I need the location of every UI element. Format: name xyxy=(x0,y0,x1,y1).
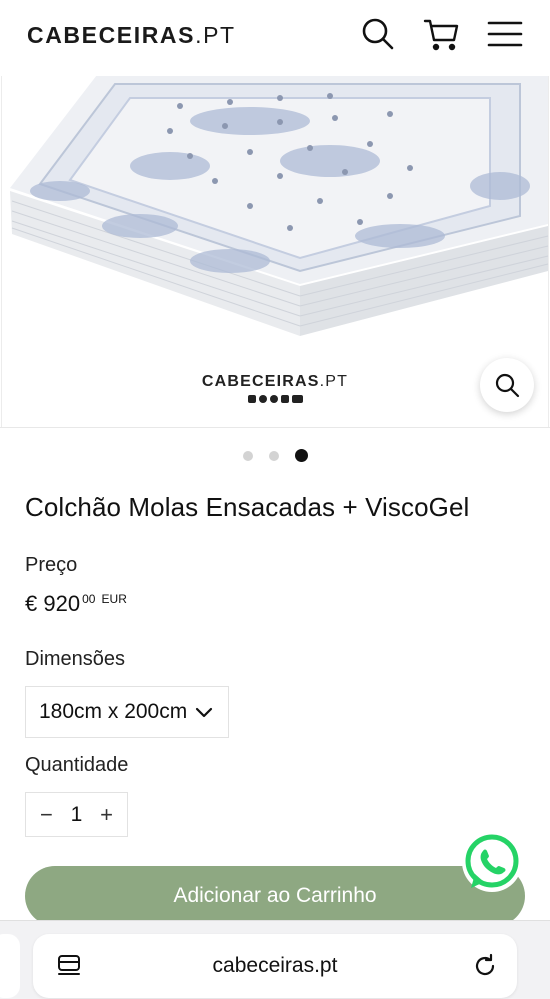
image-watermark-brand: CABECEIRAS.PT xyxy=(0,373,550,391)
whatsapp-icon xyxy=(465,834,519,888)
pinterest-icon xyxy=(269,395,278,403)
slide-dot-3-active[interactable] xyxy=(294,449,308,462)
price-currency: EUR xyxy=(101,592,127,606)
brand-suffix: .PT xyxy=(195,22,236,48)
price-main: € 920 xyxy=(25,591,81,616)
product-image[interactable] xyxy=(0,76,550,376)
facebook-icon xyxy=(247,395,256,403)
menu-icon[interactable] xyxy=(485,14,525,54)
dimensions-select[interactable]: 180cm x 200cm xyxy=(25,686,229,738)
product-price: € 920 00 EUR xyxy=(25,591,127,617)
address-bar[interactable]: cabeceiras.pt xyxy=(33,934,517,998)
site-header: CABECEIRAS.PT xyxy=(0,0,550,76)
whatsapp-button[interactable] xyxy=(462,832,522,892)
quantity-label: Quantidade xyxy=(25,754,129,776)
price-cents: 00 xyxy=(82,592,96,606)
reload-icon[interactable] xyxy=(471,952,499,980)
brand-logo[interactable]: CABECEIRAS.PT xyxy=(27,22,236,49)
slide-dot-1[interactable] xyxy=(242,450,253,461)
dimensions-label: Dimensões xyxy=(25,648,126,670)
slide-dot-2[interactable] xyxy=(268,450,279,461)
youtube-icon xyxy=(291,395,303,403)
zoom-icon xyxy=(495,373,520,398)
url-text[interactable]: cabeceiras.pt xyxy=(33,954,517,978)
dimensions-value: 180cm x 200cm xyxy=(39,700,188,723)
image-social-icons xyxy=(0,395,550,403)
gallery-pagination xyxy=(0,449,550,462)
product-title: Colchão Molas Ensacadas + ViscoGel xyxy=(25,492,470,522)
quantity-value[interactable]: 1 xyxy=(71,803,83,827)
previous-tab-preview[interactable] xyxy=(0,934,20,998)
image-brand-name: CABECEIRAS xyxy=(201,373,320,390)
zoom-button[interactable] xyxy=(480,358,534,412)
quantity-stepper: − 1 + xyxy=(25,792,128,837)
instagram-icon xyxy=(258,395,267,403)
quantity-increase-button[interactable]: + xyxy=(100,803,113,826)
cart-icon[interactable] xyxy=(421,14,461,54)
quantity-decrease-button[interactable]: − xyxy=(40,803,53,826)
chevron-down-icon xyxy=(195,707,213,718)
add-to-cart-button[interactable]: Adicionar ao Carrinho xyxy=(25,866,525,926)
brand-name: CABECEIRAS xyxy=(27,22,196,48)
product-gallery[interactable]: CABECEIRAS.PT xyxy=(0,76,550,428)
linkedin-icon xyxy=(280,395,289,403)
search-icon[interactable] xyxy=(358,14,398,54)
price-label: Preço xyxy=(25,554,78,576)
image-brand-suffix: .PT xyxy=(319,373,349,390)
browser-toolbar: cabeceiras.pt xyxy=(0,920,550,999)
